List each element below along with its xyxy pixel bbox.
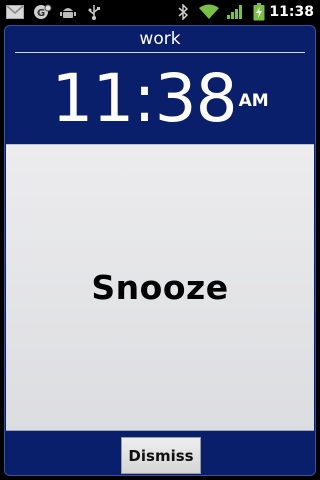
title-divider xyxy=(15,52,305,53)
android-debug-icon xyxy=(60,4,76,20)
status-bar: G 11:38 xyxy=(0,0,320,24)
dismiss-label: Dismiss xyxy=(128,446,194,465)
notification-icon: G xyxy=(32,4,52,20)
gmail-icon xyxy=(6,4,24,20)
snooze-button[interactable]: Snooze xyxy=(6,144,314,431)
usb-icon xyxy=(86,4,102,20)
snooze-label: Snooze xyxy=(91,268,229,307)
dismiss-button[interactable]: Dismiss xyxy=(121,437,201,474)
status-bar-time: 11:38 xyxy=(269,4,314,20)
wifi-icon xyxy=(198,4,220,20)
alarm-dialog: work 11:38 AM Snooze Dismiss xyxy=(4,25,316,476)
signal-icon xyxy=(226,4,244,20)
battery-charging-icon xyxy=(252,3,266,21)
svg-text:G: G xyxy=(37,8,45,19)
bluetooth-icon xyxy=(176,4,190,20)
alarm-clock: 11:38 AM xyxy=(5,64,315,134)
alarm-time: 11:38 xyxy=(51,60,237,137)
alarm-ampm: AM xyxy=(238,91,269,111)
alarm-label: work xyxy=(139,29,181,49)
